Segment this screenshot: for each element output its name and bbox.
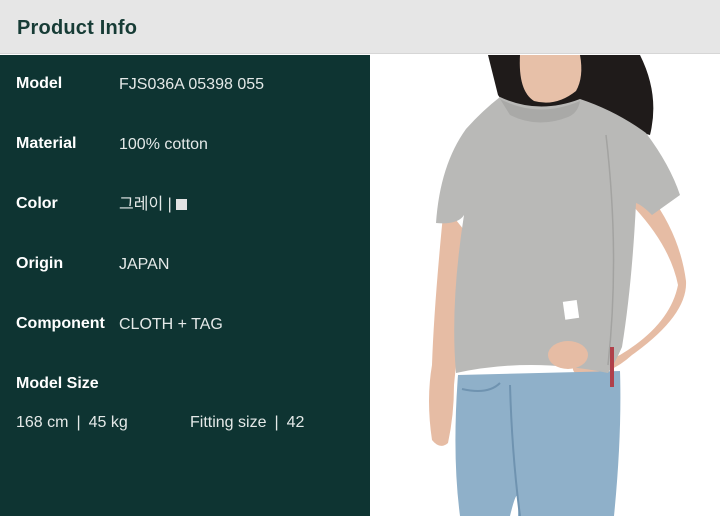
color-name: 그레이 | <box>119 196 172 213</box>
header-bar: Product Info <box>0 0 720 54</box>
model-illustration <box>429 55 687 516</box>
divider: | <box>76 414 81 431</box>
color-swatch <box>175 199 187 210</box>
tshirt-shape <box>436 97 680 373</box>
origin-label: Origin <box>16 255 64 272</box>
model-height: 168 cm <box>16 414 69 431</box>
material-label: Material <box>16 135 77 152</box>
color-value: 그레이 | <box>119 196 187 214</box>
model-label: Model <box>16 75 63 92</box>
jeans-shape <box>455 371 621 516</box>
fitting-size-value: 42 <box>286 414 305 431</box>
color-label: Color <box>16 195 58 212</box>
fitting-size: Fitting size | 42 <box>190 414 304 432</box>
divider: | <box>274 414 279 431</box>
page-title: Product Info <box>17 17 138 39</box>
material-value: 100% cotton <box>119 136 208 153</box>
side-tape <box>610 347 614 387</box>
model-value: FJS036A 05398 055 <box>119 76 265 93</box>
model-photo <box>370 55 720 516</box>
component-label: Component <box>16 315 105 332</box>
origin-value: JAPAN <box>119 256 170 273</box>
model-weight: 45 kg <box>88 414 128 431</box>
side-tag <box>562 299 580 320</box>
product-info-panel: Model FJS036A 05398 055 Material 100% co… <box>0 55 370 516</box>
fitting-size-label: Fitting size <box>190 414 267 431</box>
component-value: CLOTH + TAG <box>119 316 223 333</box>
hand-shape <box>548 341 588 369</box>
model-size-label: Model Size <box>16 375 99 392</box>
model-measurements: 168 cm | 45 kg <box>16 414 128 432</box>
